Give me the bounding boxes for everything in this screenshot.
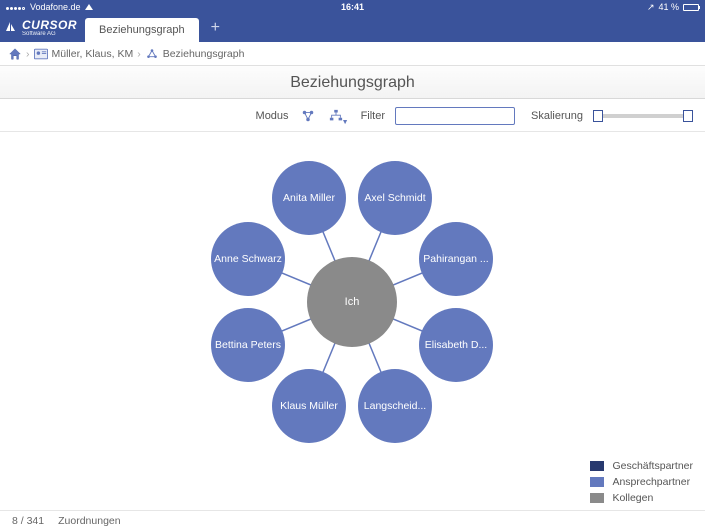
footer: 8 / 341 Zuordnungen	[0, 510, 705, 530]
legend-swatch	[590, 461, 604, 471]
graph-node[interactable]: Pahirangan ...	[419, 222, 493, 296]
app-bar: CURSOR Software AG Beziehungsgraph +	[0, 14, 705, 42]
graph-node[interactable]: Anita Miller	[272, 161, 346, 235]
graph-node-label: Pahirangan ...	[423, 253, 488, 265]
brand: CURSOR Software AG	[18, 14, 85, 42]
controls-row: Modus ▼ Filter Skalierung	[0, 99, 705, 132]
legend-label: Ansprechpartner	[612, 476, 690, 488]
graph-node-label: Klaus Müller	[280, 400, 338, 412]
graph-node-label: Axel Schmidt	[364, 192, 425, 204]
chevron-right-icon: ›	[26, 48, 30, 60]
wifi-icon	[85, 4, 93, 10]
slider-end	[683, 110, 693, 122]
page-title: Beziehungsgraph	[0, 66, 705, 99]
footer-label: Zuordnungen	[58, 515, 120, 527]
breadcrumb-person[interactable]: Müller, Klaus, KM	[52, 48, 134, 60]
graph-nodes-icon[interactable]	[145, 47, 159, 61]
tab-label: Beziehungsgraph	[99, 24, 185, 36]
graph-node-label: Ich	[345, 296, 360, 308]
signal-dots-icon	[6, 2, 26, 12]
legend-swatch	[590, 493, 604, 503]
graph-node-label: Bettina Peters	[215, 339, 281, 351]
graph-node-label: Elisabeth D...	[425, 339, 487, 351]
scale-slider[interactable]	[593, 110, 693, 122]
footer-counter: 8 / 341	[12, 515, 44, 527]
legend-label: Kollegen	[612, 492, 653, 504]
breadcrumb-page[interactable]: Beziehungsgraph	[163, 48, 245, 60]
slider-track	[593, 114, 693, 118]
mode-graph-button[interactable]	[299, 107, 317, 125]
battery-pct: 41 %	[658, 2, 679, 12]
carrier-label: Vodafone.de	[30, 2, 81, 12]
brand-sail-icon	[4, 21, 16, 36]
chevron-right-icon: ›	[137, 48, 141, 60]
graph-node-center[interactable]: Ich	[307, 257, 397, 347]
legend-item: Kollegen	[590, 492, 693, 504]
home-icon[interactable]	[8, 47, 22, 61]
slider-thumb[interactable]	[593, 110, 603, 122]
filter-label: Filter	[361, 110, 385, 122]
battery-arrow-icon: ↗	[647, 2, 655, 13]
dropdown-caret-icon: ▼	[342, 119, 349, 126]
graph-node[interactable]: Axel Schmidt	[358, 161, 432, 235]
skalierung-label: Skalierung	[531, 110, 583, 122]
battery-icon	[683, 4, 699, 11]
add-tab-button[interactable]: +	[199, 14, 232, 42]
ios-status-bar: Vodafone.de 16:41 ↗ 41 %	[0, 0, 705, 14]
legend-swatch	[590, 477, 604, 487]
graph-node-label: Anita Miller	[283, 192, 335, 204]
legend-item: Geschäftspartner	[590, 460, 693, 472]
graph-node[interactable]: Anne Schwarz	[211, 222, 285, 296]
modus-label: Modus	[256, 110, 289, 122]
person-card-icon[interactable]	[34, 48, 48, 60]
brand-sub: Software AG	[22, 31, 77, 37]
legend-label: Geschäftspartner	[612, 460, 693, 472]
tab-active[interactable]: Beziehungsgraph	[85, 18, 199, 42]
filter-input[interactable]	[395, 107, 515, 125]
graph-node-label: Langscheid...	[364, 400, 426, 412]
graph-node[interactable]: Bettina Peters	[211, 308, 285, 382]
graph-node[interactable]: Elisabeth D...	[419, 308, 493, 382]
graph-canvas[interactable]: Ich Anita Miller Axel Schmidt Pahirangan…	[0, 132, 705, 472]
graph-node[interactable]: Klaus Müller	[272, 369, 346, 443]
breadcrumb: › Müller, Klaus, KM › Beziehungsgraph	[0, 42, 705, 66]
graph-node-label: Anne Schwarz	[214, 253, 282, 265]
graph-node[interactable]: Langscheid...	[358, 369, 432, 443]
mode-tree-button[interactable]: ▼	[327, 107, 345, 125]
legend-item: Ansprechpartner	[590, 476, 693, 488]
brand-name: CURSOR	[22, 19, 77, 31]
legend: Geschäftspartner Ansprechpartner Kollege…	[590, 456, 693, 504]
clock: 16:41	[341, 2, 364, 12]
